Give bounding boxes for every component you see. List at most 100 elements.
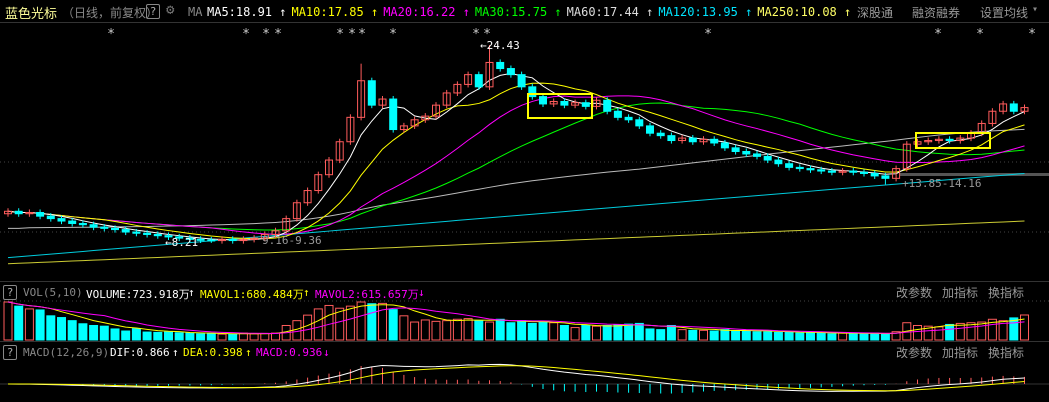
candle-body: [860, 171, 868, 174]
volume-bar: [410, 321, 420, 341]
candle-body: [474, 74, 483, 88]
volume-edit-params-button[interactable]: 改参数: [896, 284, 932, 301]
volume-bar: [24, 308, 34, 341]
volume-bar: [527, 322, 537, 341]
range-right-label: +13.85-14.16: [902, 177, 981, 190]
candle-body: [581, 102, 590, 107]
ma30-line: [7, 102, 1025, 231]
period-label[interactable]: （日线，前复权）: [62, 4, 158, 21]
signal-star-icon: *: [358, 27, 366, 42]
mavol2-value: MAVOL2:615.657万: [315, 288, 419, 301]
candle-body: [389, 98, 398, 131]
candle-body: [539, 96, 547, 105]
volume-bar: [442, 320, 452, 341]
ma-label: MA: [188, 5, 203, 19]
candle-body: [795, 166, 804, 170]
stock-name: 蓝色光标: [5, 7, 58, 22]
volume-bar: [709, 330, 719, 341]
volume-bar: [720, 329, 730, 341]
ma-values: MA5:18.91 ↑ MA10:17.85 ↑ MA20:16.22 ↑ MA30:…: [207, 5, 856, 19]
candle-body: [132, 231, 141, 234]
macd-switch-indicator-button[interactable]: 换指标: [988, 344, 1024, 361]
chevron-down-icon[interactable]: ▾: [1032, 4, 1038, 15]
volume-bar: [731, 330, 741, 341]
candle-body: [667, 135, 676, 142]
signal-star-icon: *: [348, 27, 356, 42]
candle-body: [367, 80, 376, 106]
low-price-label: ←8.21: [165, 236, 198, 249]
up-arrow-icon: ↑: [279, 5, 287, 19]
up-arrow-icon: ↑: [245, 346, 252, 359]
up-arrow-icon: ↑: [844, 5, 852, 19]
candle-body: [36, 212, 45, 217]
volume-bar: [78, 323, 88, 341]
candle-body: [774, 159, 783, 165]
ma5-line: [7, 72, 1025, 241]
volume-switch-indicator-button[interactable]: 换指标: [988, 284, 1024, 301]
candle-body: [528, 86, 537, 98]
help-button[interactable]: ?: [146, 4, 160, 19]
volume-add-indicator-button[interactable]: 加指标: [942, 284, 978, 301]
volume-bar: [752, 331, 762, 341]
volume-bar: [206, 333, 216, 341]
high-price-label: ←24.43: [480, 39, 520, 52]
ma250-line: [7, 220, 1025, 265]
dea-value: DEA:0.398: [183, 346, 243, 359]
volume-bar: [46, 315, 56, 341]
volume-bar: [634, 322, 644, 341]
macd-help-button[interactable]: ?: [3, 345, 17, 360]
candle-body: [806, 168, 815, 171]
margin-button[interactable]: 融资融券: [912, 4, 960, 21]
candle-body: [153, 233, 162, 237]
mavol2-line: [7, 301, 1025, 335]
signal-star-icon: *: [389, 27, 397, 42]
volume-bar: [345, 305, 355, 341]
volume-bar: [228, 333, 238, 341]
volume-indicator-name: VOL(5,10): [23, 286, 83, 299]
volume-bar: [613, 324, 623, 341]
volume-bar: [303, 314, 313, 341]
gear-icon[interactable]: ⚙: [166, 2, 174, 18]
up-arrow-icon: ↑: [172, 346, 179, 359]
volume-bar: [538, 321, 548, 341]
ma20-line: [7, 95, 1025, 235]
volume-bar: [3, 301, 13, 341]
candle-body: [560, 100, 569, 106]
macd-add-indicator-button[interactable]: 加指标: [942, 344, 978, 361]
volume-bar: [677, 329, 687, 341]
volume-bar: [645, 328, 655, 341]
volume-bar: [592, 325, 601, 341]
ma120-line: [7, 172, 1025, 259]
volume-bar: [517, 320, 527, 341]
candle-body: [207, 239, 216, 242]
volume-bar: [399, 315, 409, 341]
volume-bar: [121, 330, 131, 341]
volume-bar: [741, 329, 751, 341]
volume-bar: [784, 331, 794, 341]
sgt-button[interactable]: 深股通: [857, 4, 893, 21]
current-price-line: [900, 173, 1049, 176]
macd-edit-params-button[interactable]: 改参数: [896, 344, 932, 361]
volume-bar: [816, 332, 826, 341]
signal-star-icon: *: [1028, 27, 1036, 42]
volume-bar: [89, 324, 99, 341]
signal-star-icon: *: [704, 27, 712, 42]
volume-bar: [859, 333, 869, 341]
up-arrow-icon: ↑: [554, 5, 562, 19]
signal-star-icon: *: [242, 27, 250, 42]
volume-bar: [688, 329, 698, 341]
down-arrow-icon: ↓: [418, 286, 425, 299]
volume-bar: [452, 318, 462, 341]
candle-body: [196, 238, 205, 241]
candle-body: [68, 220, 77, 224]
volume-help-button[interactable]: ?: [3, 285, 17, 300]
volume-bar: [870, 332, 880, 341]
candle-body: [763, 155, 772, 161]
up-arrow-icon: ↑: [303, 286, 310, 299]
volume-bar: [164, 331, 173, 341]
ma-settings-button[interactable]: 设置均线: [980, 4, 1028, 21]
ma-value: MA5:18.91 ↑: [207, 5, 287, 19]
volume-bar: [795, 332, 805, 341]
candle-body: [121, 229, 130, 233]
candle-body: [496, 61, 505, 70]
